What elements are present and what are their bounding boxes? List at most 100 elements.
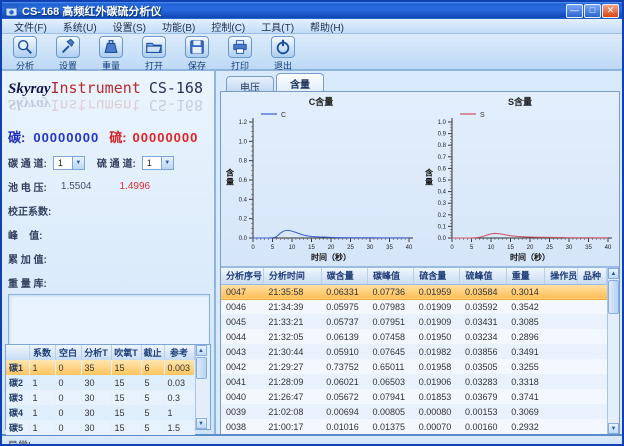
cs-readout: 碳: 00000000 硫: 00000000 [8,127,210,146]
table-cell: 0.07645 [367,344,413,359]
svg-text:10: 10 [288,245,295,251]
settings-button[interactable]: 设置 [51,36,85,72]
table-row[interactable]: 碳110351560.003 [6,360,194,375]
table-cell: 30 [81,405,111,420]
table-row[interactable]: 004221:29:270.737520.650110.019580.03505… [221,359,607,374]
settings-scrollbar[interactable]: ▲ ▼ [195,345,207,429]
svg-text:量: 量 [226,177,234,187]
table-cell: 21:02:08 [263,404,321,419]
results-scrollbar[interactable]: ▲ ▼ [607,268,619,434]
column-header: 截止 [141,345,164,360]
window-title: CS-168 高频红外碳硫分析仪 [22,3,565,19]
table-row[interactable]: 004721:35:580.063310.077360.019590.03584… [221,284,607,299]
tab-电压[interactable]: 电压 [226,76,274,91]
scroll-down-icon[interactable]: ▼ [196,418,207,429]
table-row[interactable]: 004521:33:210.057370.079510.019090.03431… [221,314,607,329]
svg-text:25: 25 [347,245,354,251]
table-row[interactable]: 004321:30:440.059100.076450.019820.03856… [221,344,607,359]
table-row[interactable]: 003921:02:080.006940.008050.000800.00153… [221,404,607,419]
svg-text:0.4: 0.4 [437,190,446,196]
results-header-row: 分析序号分析时间碳含量碳峰值硫含量硫峰值重量操作员品种 [221,268,607,284]
carbon-value: 00000000 [33,130,99,145]
scroll-track[interactable] [608,279,619,423]
settings-header-row: 系数空白分析T吹氧T截止参考 [6,345,194,360]
table-cell: 0.01909 [414,314,460,329]
table-row[interactable]: 004121:28:090.060210.065030.019060.03283… [221,374,607,389]
svg-text:0.8: 0.8 [437,143,446,149]
svg-text:20: 20 [526,245,533,251]
sulfur-channel-select[interactable]: 1 ▼ [142,156,174,170]
menu-item[interactable]: 文件(F) [6,19,55,34]
table-row[interactable]: 004421:32:050.061390.074580.019500.03234… [221,329,607,344]
weight-icon [102,38,120,56]
menu-item[interactable]: 工具(T) [253,19,302,34]
table-row[interactable]: 碳310301550.3 [6,390,194,405]
scroll-up-icon[interactable]: ▲ [196,345,207,356]
menu-item[interactable]: 帮助(H) [302,19,352,34]
tab-含量[interactable]: 含量 [276,73,324,91]
chevron-down-icon[interactable]: ▼ [72,157,84,169]
table-cell [545,419,578,434]
svg-text:10: 10 [487,245,494,251]
maximize-button[interactable]: □ [584,4,601,18]
exit-button[interactable]: 退出 [266,36,300,72]
close-button[interactable]: ✕ [602,4,619,18]
table-cell: 0.03 [164,375,194,390]
table-row[interactable]: 004621:34:390.059750.079830.019090.03592… [221,299,607,314]
menu-item[interactable]: 功能(B) [154,19,203,34]
svg-text:15: 15 [507,245,514,251]
table-cell: 0.01959 [414,284,460,299]
scroll-thumb[interactable] [608,280,619,314]
menu-bar: 文件(F)系统(U)设置(S)功能(B)控制(C)工具(T)帮助(H) [2,19,622,34]
chart-s-content: S含量S0.00.10.20.30.40.50.60.70.80.91.0051… [422,94,618,266]
table-row[interactable]: 碳210301550.03 [6,375,194,390]
brand-logo: SkyrayInstrumentCS-168 SkyrayInstrumentC… [8,79,210,117]
column-header: 品种 [578,268,607,284]
carbon-label: 碳: [8,127,25,146]
table-row[interactable]: 003821:00:170.010160.013750.000700.00160… [221,419,607,434]
table-cell: 0.003 [164,360,194,375]
menu-item[interactable]: 设置(S) [105,19,154,34]
scroll-track[interactable] [196,356,207,418]
sulfur-value: 00000000 [133,130,199,145]
chevron-down-icon[interactable]: ▼ [161,157,173,169]
print-button[interactable]: 打印 [223,36,257,72]
open-button[interactable]: 打开 [137,36,171,72]
table-row[interactable]: 碳410301551 [6,405,194,420]
sulfur-channel-value: 1 [143,157,161,169]
open-folder-icon [145,38,163,56]
svg-text:0.9: 0.9 [437,132,446,138]
menu-item[interactable]: 控制(C) [203,19,253,34]
table-cell: 21:00:17 [263,419,321,434]
scroll-up-icon[interactable]: ▲ [608,268,619,279]
table-cell: 0 [55,420,81,435]
svg-text:0.5: 0.5 [437,178,446,184]
logo-reflection: SkyrayInstrumentCS-168 [8,95,210,114]
table-cell: 0043 [221,344,263,359]
table-cell [545,299,578,314]
minimize-button[interactable]: — [566,4,583,18]
table-cell: 1 [29,390,55,405]
svg-text:0.4: 0.4 [238,197,247,203]
table-cell: 0.07458 [367,329,413,344]
table-row[interactable]: 004021:26:470.056720.079410.018530.03679… [221,389,607,404]
table-cell: 0.03679 [460,389,506,404]
scroll-down-icon[interactable]: ▼ [608,423,619,434]
save-button[interactable]: 保存 [180,36,214,72]
carbon-channel-select[interactable]: 1 ▼ [53,156,85,170]
table-cell [545,344,578,359]
cell-voltage-carbon: 1.5504 [61,181,92,192]
settings-table-grid: 系数空白分析T吹氧T截止参考 碳110351560.003碳210301550.… [6,345,195,435]
table-row[interactable]: 碳510301551.5 [6,420,194,435]
table-cell: 0.01853 [414,389,460,404]
svg-text:0.8: 0.8 [238,159,247,165]
scroll-thumb[interactable] [196,357,207,379]
app-window: CS-168 高频红外碳硫分析仪 — □ ✕ 文件(F)系统(U)设置(S)功能… [0,0,624,446]
menu-item[interactable]: 系统(U) [55,19,105,34]
status-text: 异常! [8,437,31,446]
column-header: 硫含量 [414,268,460,284]
weight-button[interactable]: 重量 [94,36,128,72]
table-cell: 30 [81,390,111,405]
analyze-button[interactable]: 分析 [8,36,42,72]
table-cell: 0.07983 [367,299,413,314]
